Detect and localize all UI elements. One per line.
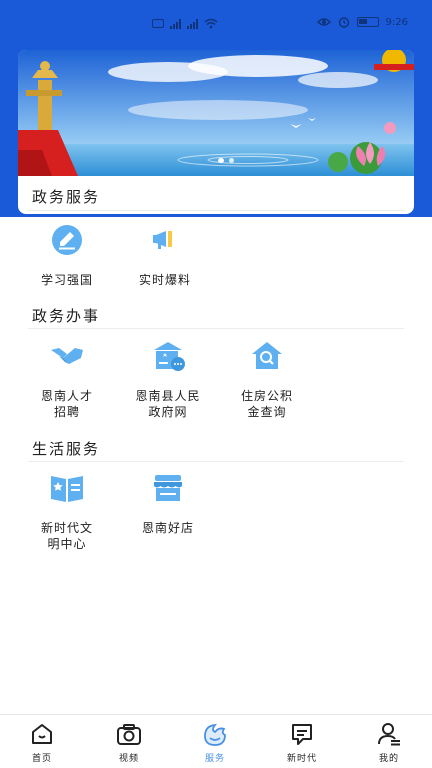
tab-new-era[interactable]: 新时代 <box>272 721 332 764</box>
service-housing-fund-query[interactable]: 住房公积金查询 <box>222 336 312 420</box>
service-talent-recruitment[interactable]: 恩南人才招聘 <box>22 336 112 420</box>
service-label: 新时代文明中心 <box>40 521 93 551</box>
status-time: 9:26 <box>385 16 408 28</box>
book-star-icon <box>51 476 83 502</box>
pen-icon <box>52 225 82 255</box>
banner-image[interactable] <box>18 50 414 176</box>
section-title-gov-service: 政务服务 <box>32 188 101 206</box>
service-good-shops[interactable]: 恩南好店 <box>120 468 216 536</box>
service-civilization-center[interactable]: 新时代文明中心 <box>22 468 112 552</box>
signal-icon <box>170 18 181 29</box>
wifi-icon <box>204 18 218 29</box>
service-icon <box>204 723 226 746</box>
tab-mine[interactable]: 我的 <box>359 721 419 764</box>
carousel-indicators[interactable] <box>218 158 234 163</box>
service-label: 学习强国 <box>40 273 93 287</box>
hd-icon <box>152 19 164 28</box>
government-icon <box>154 342 185 371</box>
status-bar: 9:26 <box>0 0 432 48</box>
service-county-gov-site[interactable]: 恩南县人民政府网 <box>120 336 216 420</box>
user-icon <box>378 723 400 746</box>
service-label: 恩南县人民政府网 <box>135 389 201 419</box>
battery-icon <box>356 17 379 27</box>
shop-icon <box>154 475 182 501</box>
signal-icon-2 <box>187 18 198 29</box>
section-divider <box>28 210 404 211</box>
service-label: 住房公积金查询 <box>240 389 293 419</box>
section-title-life-service: 生活服务 <box>32 440 101 458</box>
service-label: 实时爆料 <box>138 273 191 287</box>
section-title-gov-affairs: 政务办事 <box>32 307 101 325</box>
section-divider <box>28 461 404 462</box>
status-right: 9:26 <box>316 16 408 28</box>
network-indicators <box>152 18 218 29</box>
section-divider <box>28 328 404 329</box>
tab-video[interactable]: 视频 <box>99 721 159 764</box>
service-realtime-report[interactable]: 实时爆料 <box>120 220 210 288</box>
bottom-tab-bar: 首页 视频 服务 新时代 我的 <box>0 714 432 768</box>
megaphone-icon <box>153 231 172 249</box>
carousel-dot[interactable] <box>229 158 234 163</box>
service-label: 恩南人才招聘 <box>40 389 93 419</box>
tab-service[interactable]: 服务 <box>185 721 245 764</box>
home-icon <box>32 724 52 744</box>
tab-label: 首页 <box>31 754 52 764</box>
chat-note-icon <box>292 724 312 745</box>
service-label: 恩南好店 <box>141 521 194 535</box>
tab-label: 我的 <box>378 754 399 764</box>
handshake-icon <box>51 348 83 364</box>
house-search-icon <box>252 342 282 369</box>
alarm-icon <box>338 17 349 28</box>
tab-label: 服务 <box>204 754 225 764</box>
camera-icon <box>117 724 141 745</box>
tab-home[interactable]: 首页 <box>12 721 72 764</box>
tab-label: 新时代 <box>286 754 317 764</box>
carousel-dot-active[interactable] <box>218 158 224 163</box>
tab-label: 视频 <box>118 754 139 764</box>
eye-icon <box>316 18 331 26</box>
service-study-strong-nation[interactable]: 学习强国 <box>22 220 112 288</box>
